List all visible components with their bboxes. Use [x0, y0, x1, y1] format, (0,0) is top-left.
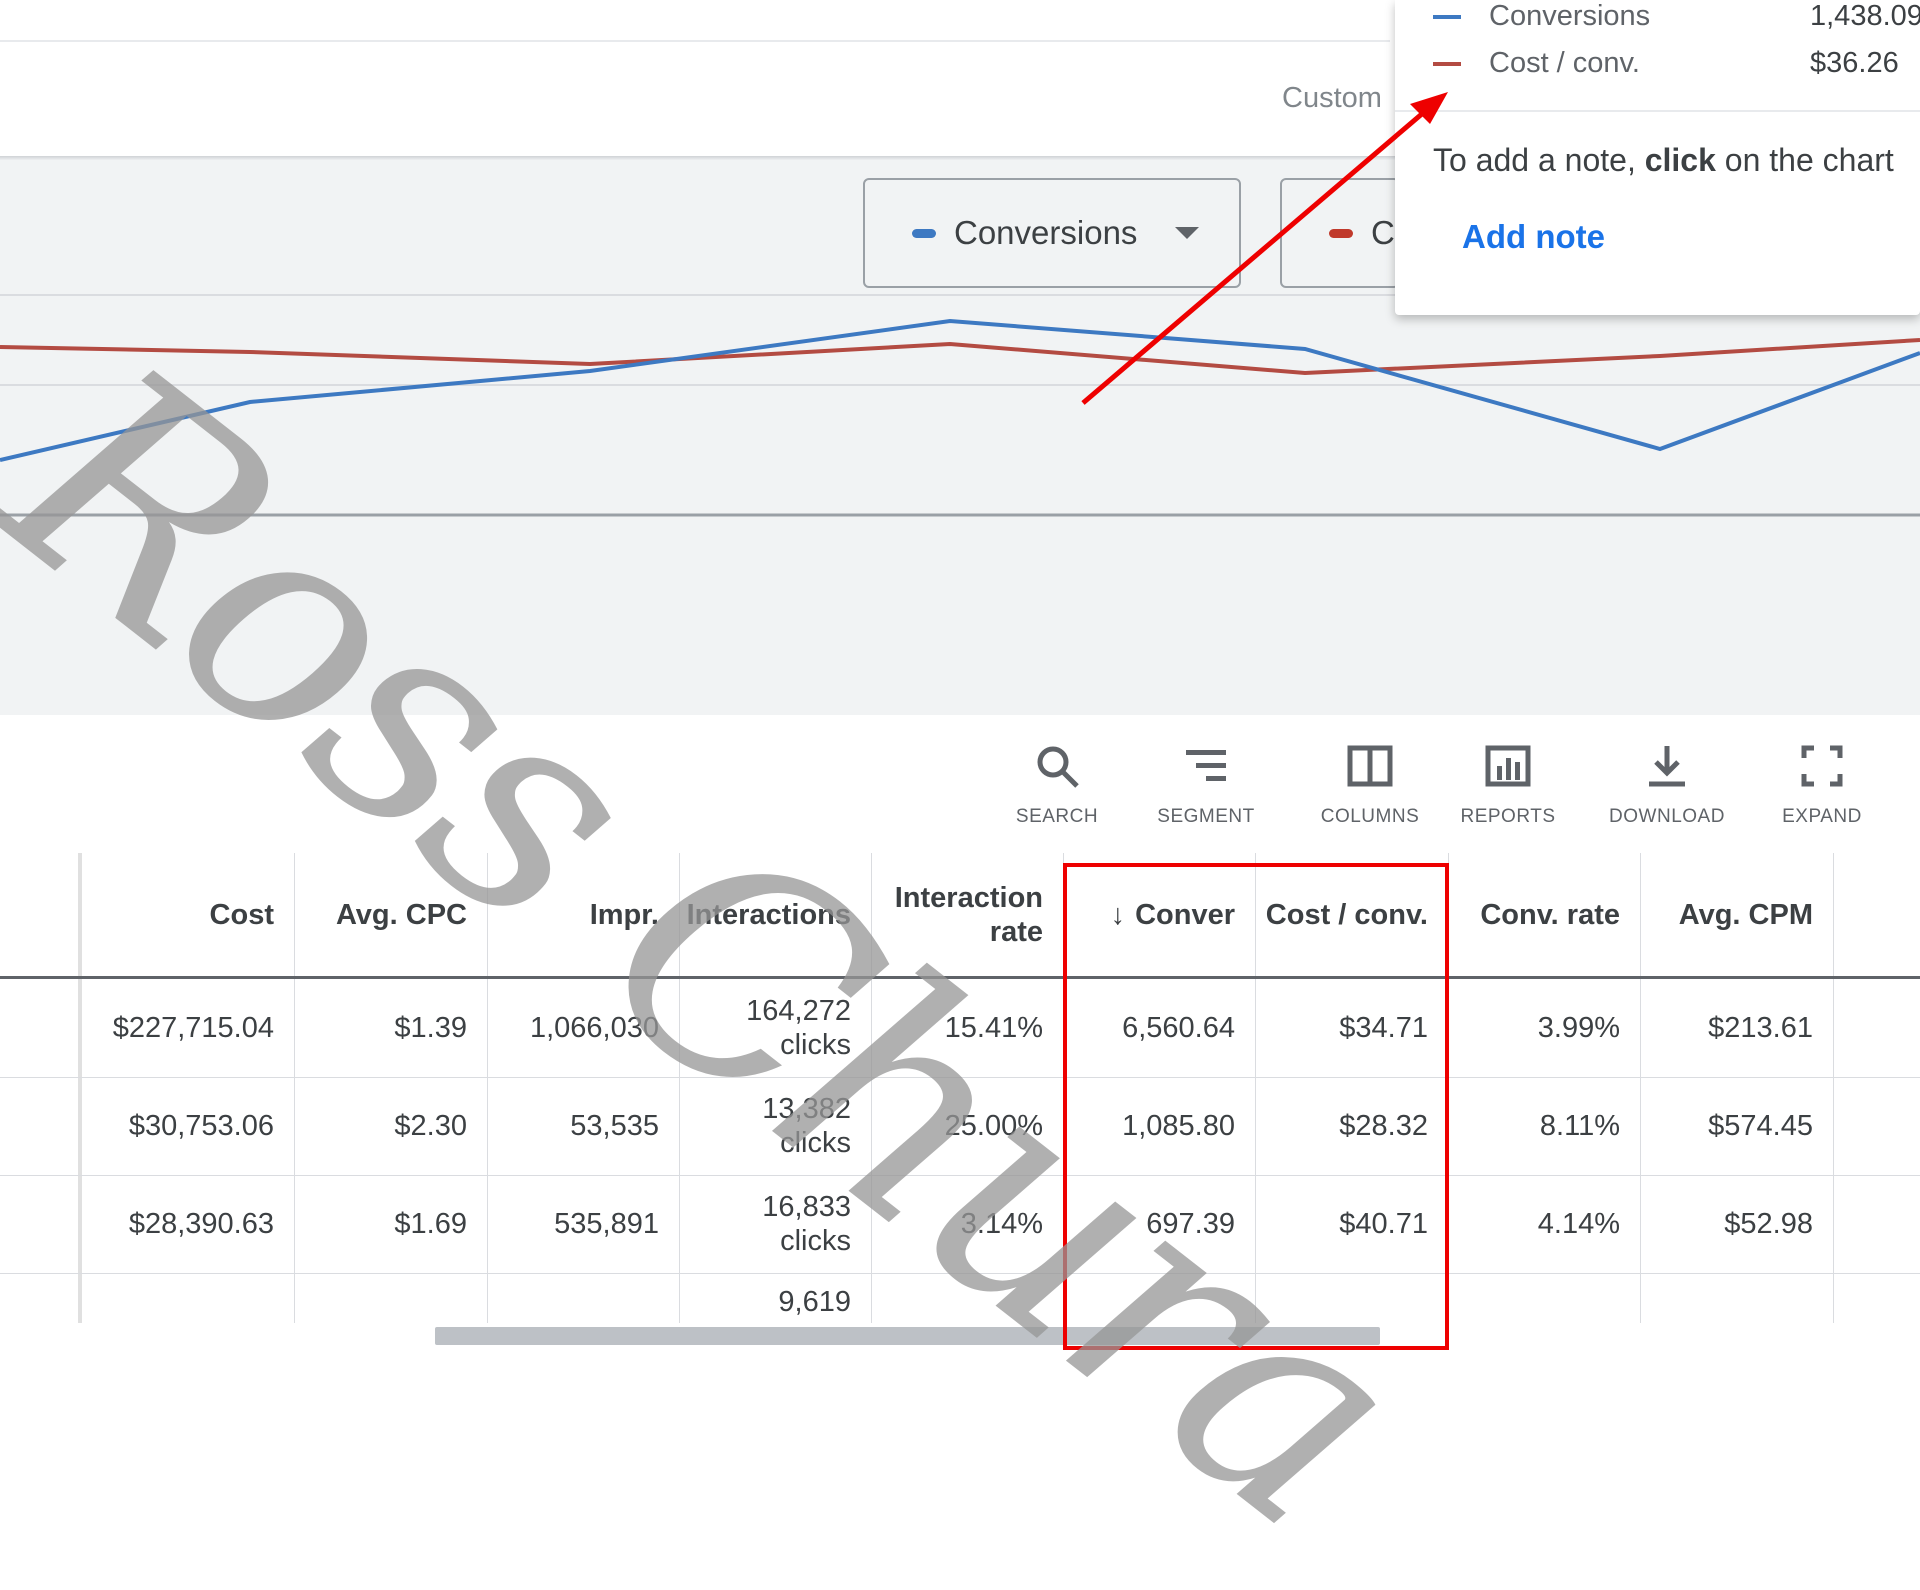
column-header-impr[interactable]: Impr. — [487, 853, 679, 976]
expand-icon — [1801, 745, 1843, 787]
table-cell-avg-cpc: $1.29 — [294, 1273, 487, 1325]
table-cell-avg-cpm: $74.29 — [1640, 1273, 1833, 1325]
table-cell-interaction-rate: 15.41% — [944, 1012, 1043, 1044]
search-label: SEARCH — [1015, 806, 1099, 827]
column-header-conv-rate[interactable]: Conv. rate — [1448, 853, 1640, 976]
expand-label: EXPAND — [1782, 806, 1862, 827]
table-cell-cost: $28,390.63 — [128, 1208, 274, 1240]
table-cell-avg-cpm: $52.98 — [1724, 1208, 1813, 1240]
interactions-unit: clicks — [780, 1127, 851, 1159]
header-line: Interaction — [894, 881, 1043, 914]
table-cell-cost: $30,753.06 — [128, 1110, 274, 1142]
interactions-count: 16,833 — [762, 1191, 851, 1223]
table-cell-conv-rate: 4.80% — [1448, 1273, 1640, 1325]
table-cell-avg-cpc: $1.39 — [394, 1012, 467, 1044]
segment-icon — [1186, 750, 1226, 781]
table-cell-interactions: 16,833 clicks — [679, 1175, 871, 1273]
highlight-box — [1063, 863, 1449, 1350]
reports-label: REPORTS — [1460, 806, 1556, 827]
header-line: rate — [989, 915, 1043, 948]
table-cell-impr: 166,649 — [487, 1273, 679, 1325]
table-cell-cost: $227,715.04 — [112, 1012, 274, 1044]
columns-icon — [1347, 745, 1393, 787]
table-cell-interaction-rate: 25.00% — [944, 1110, 1043, 1142]
column-header-avg-cpc[interactable]: Avg. CPC — [294, 853, 487, 976]
column-divider — [1833, 853, 1834, 1323]
column-header-interactions[interactable]: Interactions — [679, 853, 871, 976]
search-icon — [1037, 746, 1079, 788]
columns-button[interactable]: COLUMNS — [1300, 742, 1440, 828]
table-cell-impr: 53,535 — [570, 1110, 659, 1142]
table-cell-impr: 535,891 — [554, 1208, 659, 1240]
table-cell-avg-cpc: $2.30 — [394, 1110, 467, 1142]
table-cell-interactions: 13,382 clicks — [679, 1077, 871, 1175]
column-header-avg-cpm[interactable]: Avg. CPM — [1640, 853, 1833, 976]
table-cell-interactions: 164,272 clicks — [679, 979, 871, 1077]
download-button[interactable]: DOWNLOAD — [1597, 742, 1737, 828]
columns-label: COLUMNS — [1320, 806, 1420, 827]
interactions-count: 164,272 — [746, 995, 851, 1027]
segment-button[interactable]: SEGMENT — [1136, 742, 1276, 828]
segment-label: SEGMENT — [1157, 806, 1255, 827]
table-cell-conv-rate: 8.11% — [1539, 1110, 1620, 1142]
interactions-unit: clicks — [780, 1225, 851, 1257]
interactions-unit: clicks — [780, 1029, 851, 1061]
table-cell-avg-cpm: $213.61 — [1708, 1012, 1813, 1044]
download-label: DOWNLOAD — [1609, 806, 1725, 827]
table-cell-avg-cpc: $1.69 — [394, 1208, 467, 1240]
column-header-interaction-rate[interactable]: Interaction rate — [871, 853, 1063, 976]
reports-icon — [1485, 745, 1531, 787]
table-cell-interactions: 9,619 — [679, 1273, 871, 1325]
table-cell-interaction-rate: 5.77% — [871, 1273, 1063, 1325]
interactions-count: 9,619 — [778, 1286, 851, 1318]
table-cell-avg-cpm: $574.45 — [1708, 1110, 1813, 1142]
interactions-count: 13,382 — [762, 1093, 851, 1125]
table-cell-conv-rate: 4.14% — [1537, 1208, 1620, 1240]
column-header-cost[interactable]: Cost — [82, 853, 294, 976]
search-button[interactable]: SEARCH — [987, 742, 1127, 828]
download-icon — [1649, 746, 1685, 787]
table-cell-conv-rate: 3.99% — [1537, 1012, 1620, 1044]
expand-button[interactable]: EXPAND — [1752, 742, 1892, 828]
table-cell-impr: 1,066,030 — [529, 1012, 659, 1044]
table-cell-interaction-rate: 3.14% — [960, 1208, 1043, 1240]
table-cell-cost: $12,379.66 — [82, 1273, 294, 1325]
reports-button[interactable]: REPORTS — [1438, 742, 1578, 828]
